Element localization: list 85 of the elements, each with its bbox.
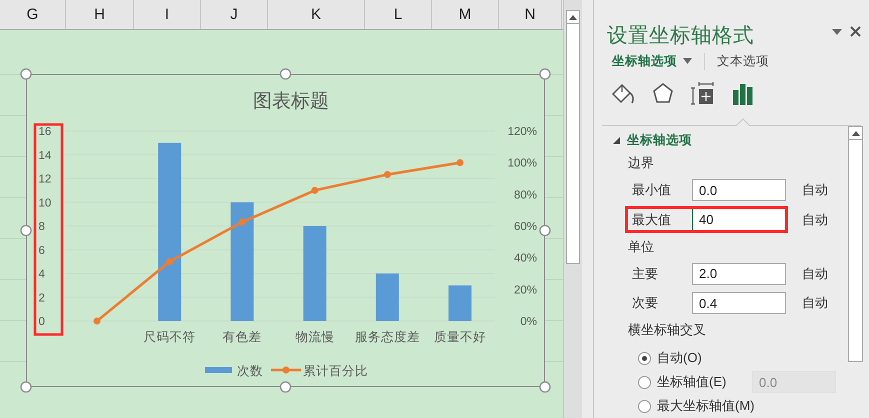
radio-button[interactable] — [638, 400, 651, 413]
field-label: 次要 — [632, 294, 659, 312]
field-label: 主要 — [632, 264, 659, 283]
input-field[interactable]: 0.0 — [692, 179, 786, 201]
column-header[interactable]: H — [66, 0, 134, 29]
point — [311, 186, 318, 194]
point — [456, 159, 464, 166]
legend-swatch — [205, 367, 232, 373]
category-label: 物流慢 — [295, 330, 334, 344]
axis-label: 12 — [38, 174, 52, 186]
column-header[interactable]: I — [134, 0, 201, 29]
caret-icon — [683, 58, 692, 64]
axis-label: 20% — [514, 284, 537, 296]
column-header[interactable]: G — [0, 0, 66, 29]
axis-label: 40% — [514, 252, 537, 265]
scroll-up-button[interactable] — [848, 126, 863, 140]
option-label[interactable]: 自动(O) — [657, 349, 702, 368]
column-header[interactable]: L — [365, 0, 432, 29]
axis-label: 8 — [38, 221, 45, 233]
bar[interactable] — [158, 142, 182, 321]
point — [384, 171, 391, 178]
reset-label[interactable]: 自动 — [802, 181, 828, 199]
column-header[interactable]: N — [499, 0, 562, 29]
axis-label: 10 — [38, 197, 52, 210]
section-header[interactable]: 坐标轴选项 — [627, 132, 692, 150]
axis-label: 0% — [520, 316, 537, 328]
option-label[interactable]: 最大坐标轴值(M) — [657, 397, 754, 416]
resize-handle[interactable] — [20, 68, 32, 80]
scrollbar-thumb[interactable] — [848, 140, 863, 362]
radio-button[interactable] — [638, 352, 651, 365]
column-header[interactable]: J — [201, 0, 268, 29]
category-label: 尺码不符 — [144, 330, 196, 344]
line-series[interactable] — [94, 159, 464, 324]
group-heading: 边界 — [627, 154, 655, 172]
point — [166, 258, 174, 266]
column-header[interactable]: M — [432, 0, 499, 29]
axis-label: 4 — [38, 268, 45, 280]
axis-label: 6 — [38, 244, 45, 257]
dropdown-icon[interactable] — [832, 28, 842, 34]
reset-label[interactable]: 自动 — [802, 264, 828, 283]
field-label: 最小值 — [632, 181, 672, 199]
column-header[interactable]: K — [268, 0, 365, 29]
input-field[interactable]: 0.4 — [692, 292, 786, 314]
group-heading: 单位 — [627, 238, 655, 256]
close-icon[interactable] — [850, 26, 861, 37]
collapse-icon[interactable] — [613, 137, 620, 144]
legend-label: 次数 — [237, 364, 263, 378]
field-label: 最大值 — [632, 210, 672, 229]
resize-handle[interactable] — [539, 381, 551, 393]
tab[interactable]: 文本选项 — [717, 52, 779, 70]
axis-label: 0 — [38, 316, 45, 328]
resize-handle[interactable] — [20, 224, 32, 236]
resize-handle[interactable] — [539, 68, 551, 80]
category-label: 有色差 — [222, 330, 262, 344]
tab[interactable]: 坐标轴选项 — [612, 52, 705, 70]
category-label: 服务态度差 — [354, 330, 420, 344]
axis-label: 16 — [38, 126, 52, 138]
resize-handle[interactable] — [280, 68, 292, 80]
resize-handle[interactable] — [539, 224, 551, 236]
axis-label: 100% — [508, 158, 537, 170]
bar[interactable] — [376, 274, 399, 321]
resize-handle[interactable] — [280, 381, 292, 393]
caret-icon — [852, 130, 860, 136]
legend-label: 累计百分比 — [303, 364, 368, 378]
reset-label[interactable]: 自动 — [802, 294, 828, 312]
axis-label: 2 — [38, 292, 45, 304]
point — [238, 218, 246, 226]
chart-title[interactable]: 图表标题 — [253, 91, 329, 112]
size-properties-icon[interactable] — [690, 81, 716, 107]
legend-swatch — [271, 366, 301, 374]
scroll-up-button[interactable] — [566, 10, 580, 24]
group-heading: 横坐标轴交叉 — [627, 321, 707, 340]
category-label: 质量不好 — [434, 330, 486, 344]
panel-title: 设置坐标轴格式 — [607, 23, 754, 49]
axis-label: 80% — [514, 189, 537, 202]
point — [94, 318, 100, 324]
input-field[interactable]: 2.0 — [692, 262, 786, 285]
resize-handle[interactable] — [20, 381, 32, 393]
axis-label: 60% — [514, 221, 537, 233]
scrollbar-thumb[interactable] — [566, 24, 580, 264]
reset-label[interactable]: 自动 — [802, 210, 828, 229]
caret-icon — [569, 14, 577, 20]
axis-label: 120% — [508, 126, 537, 138]
axis-label: 14 — [38, 150, 52, 162]
input-field[interactable]: 40 — [692, 208, 786, 231]
